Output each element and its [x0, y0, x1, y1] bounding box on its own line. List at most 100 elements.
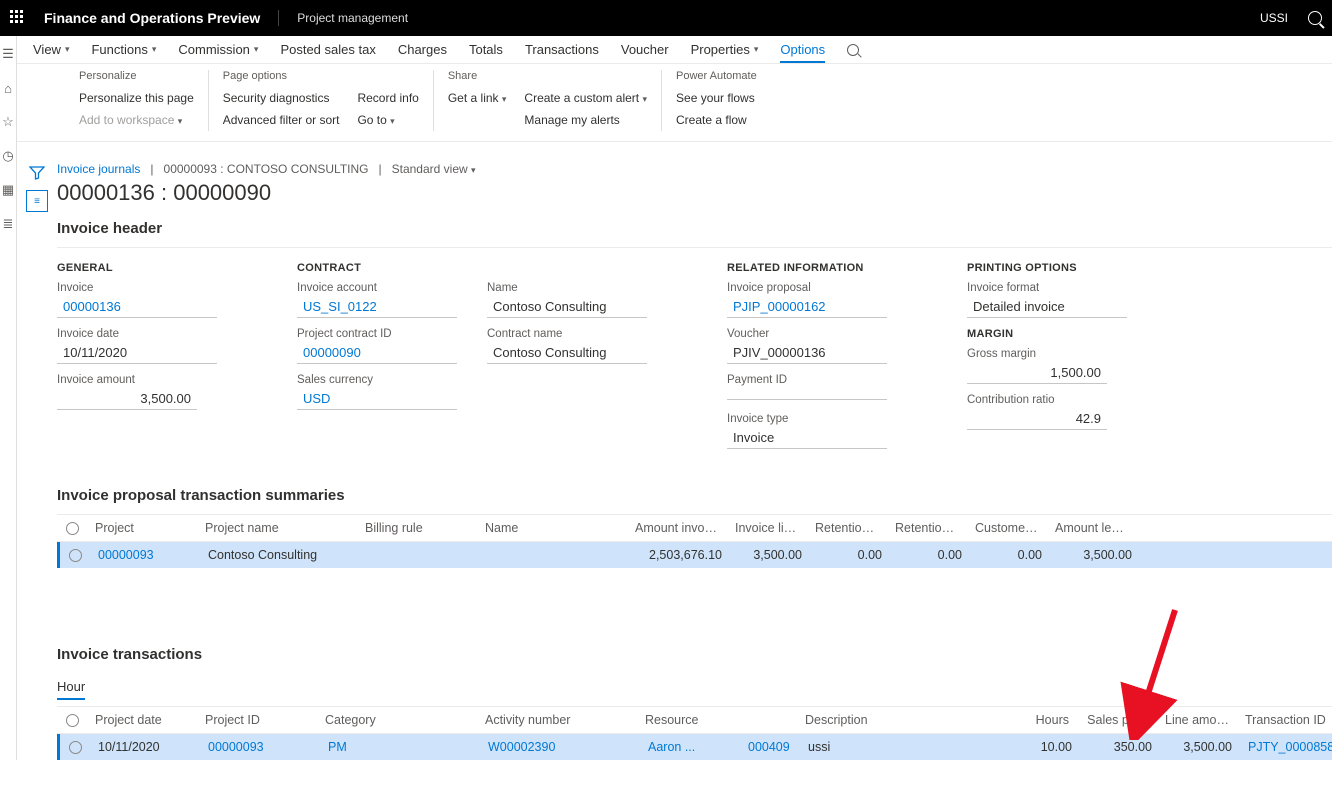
add-to-workspace[interactable]: Add to workspace ▾ — [79, 110, 194, 132]
col-sales-price[interactable]: Sales price — [1077, 713, 1157, 727]
cmd-voucher[interactable]: Voucher — [621, 42, 669, 57]
label: Standard view — [392, 162, 468, 176]
cmd-functions[interactable]: Functions▾ — [91, 42, 156, 57]
advanced-filter[interactable]: Advanced filter or sort — [223, 110, 340, 132]
create-a-flow[interactable]: Create a flow — [676, 110, 757, 132]
clock-icon[interactable]: ◷ — [0, 148, 16, 164]
see-your-flows[interactable]: See your flows — [676, 88, 757, 110]
cell-customer-retained: 0.00 — [970, 548, 1050, 562]
invoice-account-value[interactable]: US_SI_0122 — [297, 296, 457, 318]
command-bar: View▾ Functions▾ Commission▾ Posted sale… — [17, 36, 1332, 64]
home-icon[interactable]: ⌂ — [0, 80, 16, 96]
layout-icon[interactable]: ▦ — [0, 182, 16, 198]
cell-amount-less-retention: 3,500.00 — [1050, 548, 1140, 562]
cmd-label: Totals — [469, 42, 503, 57]
table-row[interactable]: 10/11/2020 00000093 PM W00002390 Aaron .… — [57, 734, 1332, 760]
invoice-value[interactable]: 00000136 — [57, 296, 217, 318]
cell-activity-number[interactable]: W00002390 — [480, 740, 640, 754]
module-name[interactable]: Project management — [279, 11, 408, 25]
payment-id-label: Payment ID — [727, 374, 887, 386]
list-icon[interactable]: ≣ — [0, 216, 16, 232]
col-line-amount[interactable]: Line amount — [1157, 713, 1237, 727]
get-a-link[interactable]: Get a link ▾ — [448, 88, 507, 110]
cmd-commission[interactable]: Commission▾ — [178, 42, 258, 57]
col-title: CONTRACT — [297, 262, 647, 274]
col-invoice-line-amount[interactable]: Invoice line am... — [727, 521, 807, 535]
invoice-proposal-label: Invoice proposal — [727, 282, 887, 294]
security-diagnostics[interactable]: Security diagnostics — [223, 88, 340, 110]
cell-project[interactable]: 00000093 — [90, 548, 200, 562]
table-row[interactable]: 00000093 Contoso Consulting 2,503,676.10… — [57, 542, 1332, 568]
col-project-id[interactable]: Project ID — [197, 713, 317, 727]
col-project-name[interactable]: Project name — [197, 521, 357, 535]
col-project-date[interactable]: Project date — [87, 713, 197, 727]
col-activity-number[interactable]: Activity number — [477, 713, 637, 727]
cell-resource-num[interactable]: 000409 — [740, 740, 800, 754]
col-category[interactable]: Category — [317, 713, 477, 727]
col-resource[interactable]: Resource — [637, 713, 737, 727]
chevron-down-icon: ▾ — [754, 44, 759, 55]
cell-resource-name[interactable]: Aaron ... — [640, 740, 740, 754]
row-select-radio[interactable] — [69, 549, 82, 562]
col-billing-rule[interactable]: Billing rule — [357, 521, 477, 535]
cmd-totals[interactable]: Totals — [469, 42, 503, 57]
col-title: PRINTING OPTIONS — [967, 262, 1127, 274]
document-rail: ≡ — [17, 162, 57, 760]
select-all-radio[interactable] — [66, 522, 79, 535]
cell-transaction-id[interactable]: PJTY_00008581 — [1240, 740, 1332, 754]
col-amount-invoiced[interactable]: Amount invoic... — [627, 521, 727, 535]
cmd-label: Voucher — [621, 42, 669, 57]
invoice-account-label: Invoice account — [297, 282, 457, 294]
search-icon[interactable] — [847, 44, 859, 56]
col-customer-retained[interactable]: Customer retai... — [967, 521, 1047, 535]
col-description[interactable]: Description — [797, 713, 1007, 727]
record-info[interactable]: Record info — [357, 88, 418, 110]
section-invoice-header: Invoice header — [57, 220, 1332, 237]
row-select-radio[interactable] — [69, 741, 82, 754]
col-name[interactable]: Name — [477, 521, 627, 535]
cell-line-amount: 3,500.00 — [1160, 740, 1240, 754]
col-amount-less-retention[interactable]: Amount less re... — [1047, 521, 1137, 535]
cmd-options[interactable]: Options — [780, 42, 825, 63]
cmd-charges[interactable]: Charges — [398, 42, 447, 57]
cmd-transactions[interactable]: Transactions — [525, 42, 599, 57]
user-label[interactable]: USSI — [1246, 11, 1302, 25]
invoice-format-label: Invoice format — [967, 282, 1127, 294]
project-contract-id-value[interactable]: 00000090 — [297, 342, 457, 364]
contribution-ratio-label: Contribution ratio — [967, 394, 1127, 406]
breadcrumb-view[interactable]: Standard view ▾ — [392, 162, 476, 176]
cmd-posted-sales-tax[interactable]: Posted sales tax — [280, 42, 375, 57]
col-transaction-id[interactable]: Transaction ID — [1237, 713, 1332, 727]
select-all-radio[interactable] — [66, 714, 79, 727]
cmd-label: Transactions — [525, 42, 599, 57]
invoice-proposal-value[interactable]: PJIP_00000162 — [727, 296, 887, 318]
star-icon[interactable]: ☆ — [0, 114, 16, 130]
tab-hour[interactable]: Hour — [57, 679, 85, 700]
invoice-amount-value: 3,500.00 — [57, 388, 197, 410]
ribbon-group-title: Page options — [223, 70, 419, 82]
go-to[interactable]: Go to ▾ — [357, 110, 418, 132]
sales-currency-value[interactable]: USD — [297, 388, 457, 410]
manage-my-alerts[interactable]: Manage my alerts — [524, 110, 647, 132]
cmd-view[interactable]: View▾ — [33, 42, 69, 57]
search-icon[interactable] — [1308, 11, 1322, 25]
waffle-icon[interactable] — [10, 10, 26, 26]
cmd-label: Posted sales tax — [280, 42, 375, 57]
ribbon-group-share: Share Get a link ▾ Create a custom alert… — [434, 70, 662, 131]
personalize-this-page[interactable]: Personalize this page — [79, 88, 194, 110]
cell-project-id[interactable]: 00000093 — [200, 740, 320, 754]
hamburger-icon[interactable]: ☰ — [0, 46, 16, 62]
filter-icon[interactable] — [28, 164, 46, 182]
create-custom-alert[interactable]: Create a custom alert ▾ — [524, 88, 647, 110]
col-hours[interactable]: Hours — [1007, 713, 1077, 727]
breadcrumb-invoice-journals[interactable]: Invoice journals — [57, 162, 140, 176]
col-retention-released[interactable]: Retention rele... — [807, 521, 887, 535]
chevron-down-icon: ▾ — [152, 44, 157, 55]
col-project[interactable]: Project — [87, 521, 197, 535]
cmd-properties[interactable]: Properties▾ — [691, 42, 759, 57]
col-retention-percent[interactable]: Retention perc... — [887, 521, 967, 535]
cell-category[interactable]: PM — [320, 740, 480, 754]
summaries-grid: Project Project name Billing rule Name A… — [57, 514, 1332, 628]
lines-view-button[interactable]: ≡ — [26, 190, 48, 212]
invoice-type-label: Invoice type — [727, 413, 887, 425]
